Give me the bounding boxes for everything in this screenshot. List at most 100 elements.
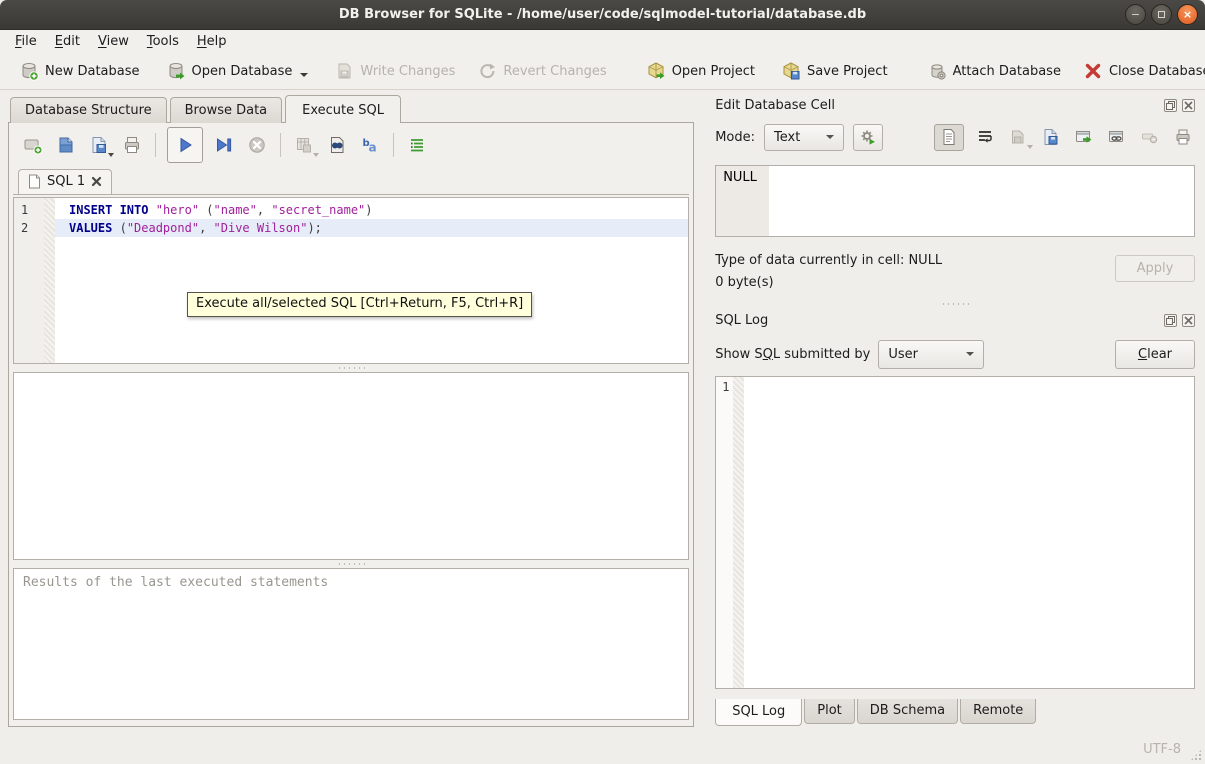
export-cell-button[interactable] (1039, 125, 1063, 149)
find-in-sql-icon (327, 135, 347, 155)
auto-complete-button[interactable]: ba (358, 133, 382, 157)
import-cell-button[interactable] (1006, 125, 1030, 149)
save-sql-dropdown-icon[interactable] (108, 153, 114, 157)
sql-1-tab[interactable]: SQL 1 (18, 169, 112, 194)
open-sql-file-icon (56, 135, 76, 155)
tab-database-structure[interactable]: Database Structure (10, 97, 167, 123)
close-database-button[interactable]: Close Database (1078, 57, 1205, 85)
find-in-sql-button[interactable] (325, 133, 349, 157)
apply-button[interactable]: Apply (1115, 255, 1195, 282)
attach-database-button[interactable]: Attach Database (922, 57, 1066, 85)
line-number-gutter: 12 (14, 198, 44, 363)
import-gear-icon (859, 128, 877, 146)
cell-value-editor[interactable]: NULL (715, 165, 1195, 237)
copy-link-icon (1108, 128, 1126, 146)
open-database-button[interactable]: Open Database (161, 57, 314, 85)
revert-changes-button[interactable]: Revert Changes (472, 57, 611, 85)
set-null-button[interactable] (1138, 125, 1162, 149)
chevron-down-icon (966, 352, 974, 356)
open-database-icon (166, 61, 186, 81)
open-database-dropdown-icon[interactable] (300, 73, 308, 77)
save-results-button[interactable] (292, 133, 316, 157)
sql-editor[interactable]: 12 INSERT INTO "hero" ("name", "secret_n… (13, 197, 689, 364)
log-content[interactable] (744, 377, 1194, 688)
save-project-button[interactable]: Save Project (776, 57, 893, 85)
stop-execution-button[interactable] (245, 133, 269, 157)
main-toolbar: New Database Open Database Write Changes… (0, 53, 1205, 90)
execute-current-line-button[interactable] (212, 133, 236, 157)
auto-complete-icon: ba (360, 135, 380, 155)
tab-sql-log[interactable]: SQL Log (715, 699, 802, 726)
sql-log-title: SQL Log (715, 313, 1159, 328)
print-sql-icon (122, 135, 142, 155)
menu-tools[interactable]: Tools (138, 31, 188, 52)
results-message-area[interactable]: Results of the last executed statements (13, 568, 689, 720)
close-tab-icon[interactable] (91, 176, 102, 187)
print-cell-button[interactable] (1171, 125, 1195, 149)
horizontal-splitter[interactable] (13, 560, 689, 568)
execute-all-icon (175, 135, 195, 155)
import-cell-icon (1009, 128, 1027, 146)
sql-code[interactable]: INSERT INTO "hero" ("name", "secret_name… (55, 198, 688, 363)
editor-fold-margin (44, 198, 55, 363)
sql-code-line[interactable]: INSERT INTO "hero" ("name", "secret_name… (55, 201, 688, 219)
execute-all-button[interactable] (167, 127, 203, 163)
mode-select[interactable]: Text (764, 124, 844, 151)
cell-icon-toolbar (934, 124, 1195, 151)
sql-log-view[interactable]: 1 (715, 376, 1195, 689)
dock-splitter[interactable] (715, 300, 1195, 308)
tab-plot[interactable]: Plot (804, 699, 855, 724)
results-grid[interactable] (13, 372, 689, 560)
import-cell-dropdown-icon (1027, 145, 1033, 149)
text-mode-button[interactable] (934, 124, 964, 151)
titlebar[interactable]: DB Browser for SQLite - /home/user/code/… (0, 0, 1205, 30)
tab-browse-data[interactable]: Browse Data (170, 97, 283, 123)
app-window: DB Browser for SQLite - /home/user/code/… (0, 0, 1205, 764)
format-sql-button[interactable] (405, 133, 429, 157)
tab-execute-sql[interactable]: Execute SQL (285, 95, 401, 123)
dock-close-icon[interactable] (1182, 99, 1195, 112)
open-in-external-button[interactable] (1072, 125, 1096, 149)
submitted-by-select[interactable]: User (878, 340, 984, 369)
open-sql-file-button[interactable] (54, 133, 78, 157)
new-database-button[interactable]: New Database (14, 57, 145, 85)
tab-remote[interactable]: Remote (960, 699, 1036, 724)
menu-view[interactable]: View (89, 31, 138, 52)
cell-mode-row: Mode: Text (715, 121, 1195, 153)
encoding-indicator[interactable]: UTF-8 (1143, 742, 1181, 757)
dock-close-icon[interactable] (1182, 314, 1195, 327)
word-wrap-button[interactable] (973, 125, 997, 149)
dock-float-icon[interactable] (1164, 314, 1177, 327)
close-icon[interactable]: × (1177, 4, 1198, 25)
editor-toolbar-separator (155, 133, 156, 157)
maximize-icon[interactable] (1151, 4, 1172, 25)
save-results-dropdown-icon[interactable] (313, 153, 319, 157)
resize-grip-icon[interactable] (1190, 749, 1202, 761)
menu-file[interactable]: File (6, 31, 46, 52)
open-project-button[interactable]: Open Project (641, 57, 760, 85)
editor-toolbar-separator (280, 133, 281, 157)
horizontal-splitter[interactable] (13, 364, 689, 372)
print-sql-button[interactable] (120, 133, 144, 157)
menu-help[interactable]: Help (188, 31, 236, 52)
line-number: 2 (21, 219, 44, 237)
dock-float-icon[interactable] (1164, 99, 1177, 112)
mode-label: Mode: (715, 130, 755, 145)
tab-db-schema[interactable]: DB Schema (857, 699, 958, 724)
sql-tab-label: SQL 1 (47, 174, 85, 189)
save-sql-file-button[interactable] (87, 133, 111, 157)
menu-edit[interactable]: Edit (46, 31, 89, 52)
write-changes-button[interactable]: Write Changes (329, 57, 460, 85)
sql-code-line[interactable]: VALUES ("Deadpond", "Dive Wilson"); (55, 219, 688, 237)
cell-null-gutter: NULL (716, 166, 769, 236)
clear-button[interactable]: Clear (1115, 340, 1195, 369)
minimize-icon[interactable]: − (1125, 4, 1146, 25)
save-results-icon (294, 135, 314, 155)
new-sql-tab-button[interactable] (21, 133, 45, 157)
new-database-icon (19, 61, 39, 81)
copy-link-button[interactable] (1105, 125, 1129, 149)
import-gear-button[interactable] (853, 124, 883, 151)
svg-text:a: a (369, 141, 377, 155)
cell-edit-area[interactable] (769, 166, 1194, 236)
sql-log-filter-row: Show SQL submitted by User Clear (715, 338, 1195, 370)
